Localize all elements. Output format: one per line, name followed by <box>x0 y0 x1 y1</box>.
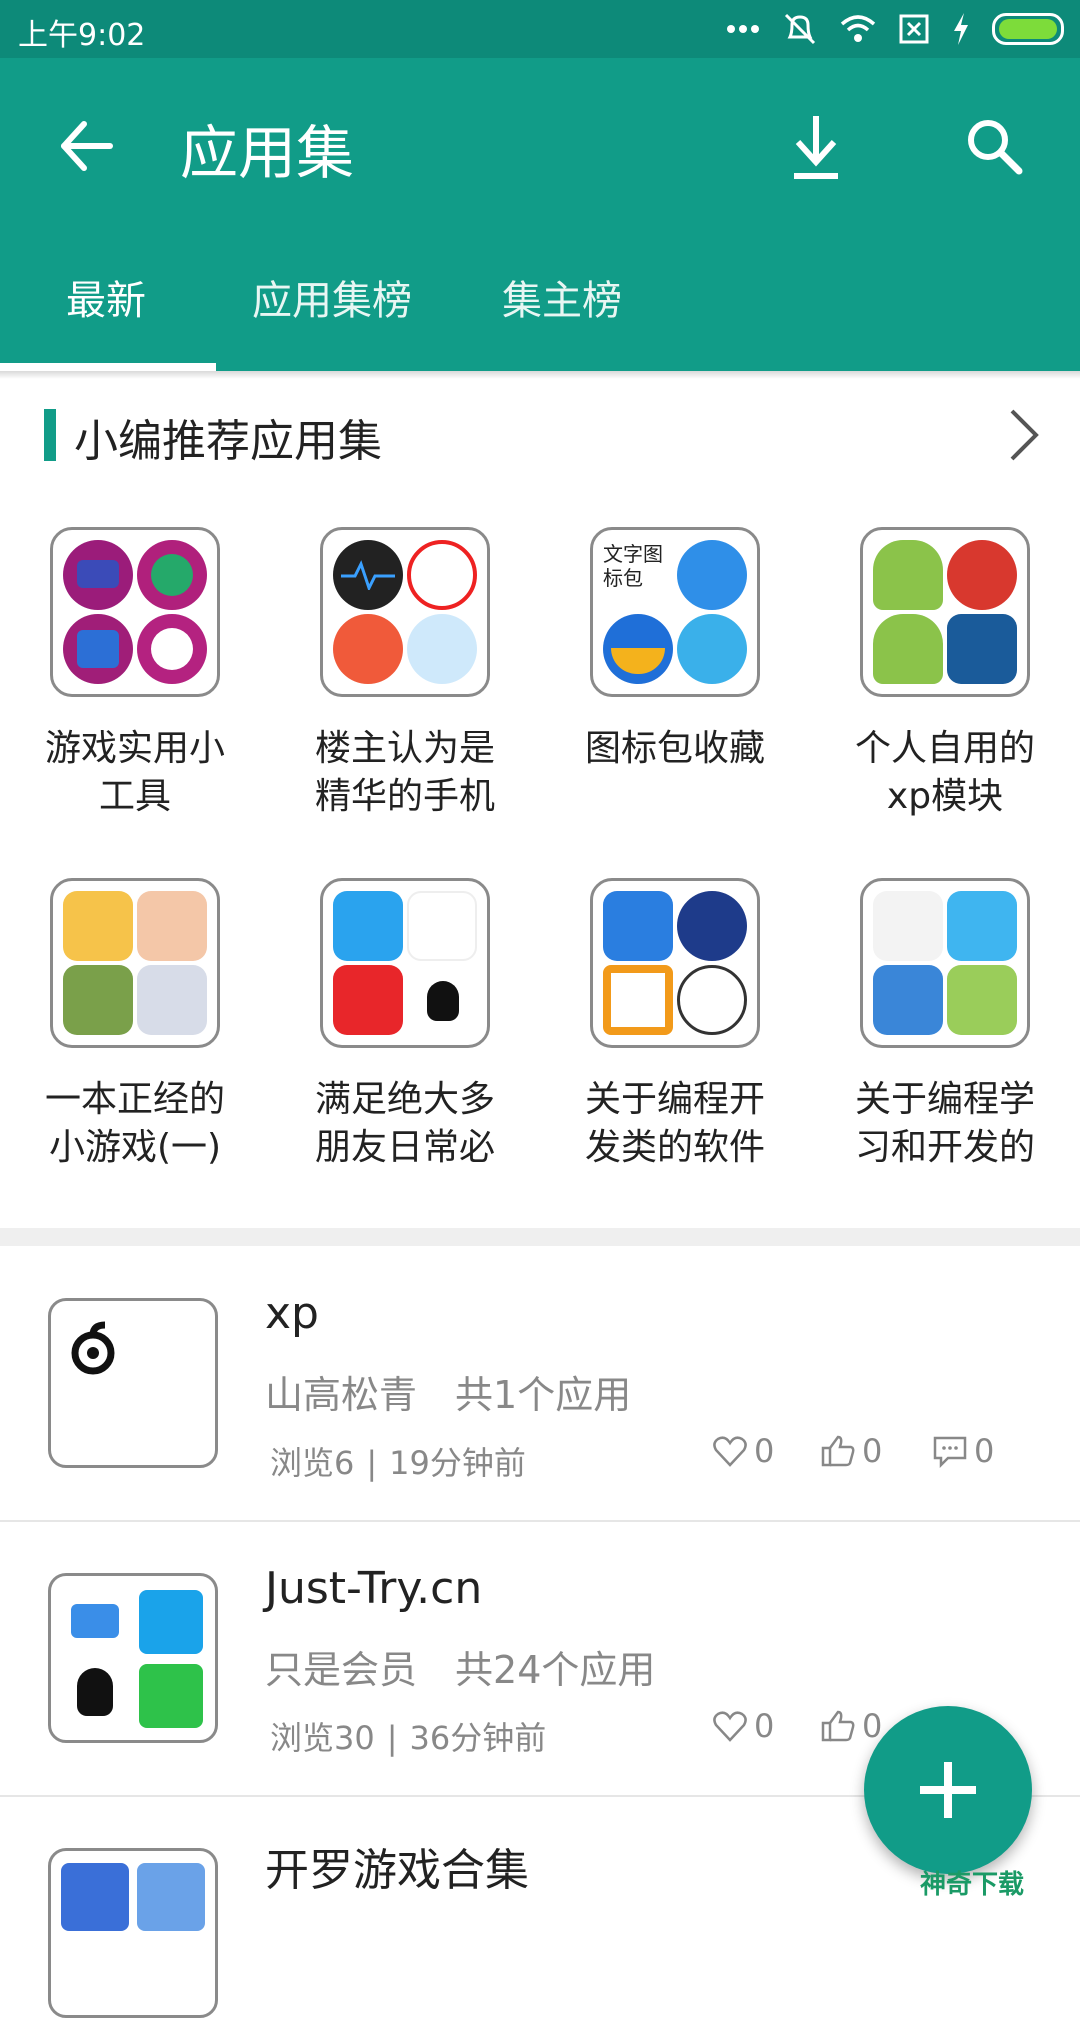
chevron-right-icon[interactable] <box>1004 405 1044 465</box>
collection-count: 共24个应用 <box>455 1648 656 1692</box>
thumbs-up-icon <box>821 1710 855 1742</box>
time-ago: 36分钟前 <box>409 1719 547 1757</box>
collection-label: 个人自用的xp模块 <box>854 728 1035 817</box>
like-count: 0 <box>862 1432 883 1470</box>
download-icon[interactable] <box>786 112 846 182</box>
collection-label: 游戏实用小工具 <box>44 728 225 817</box>
collection-card[interactable]: 楼主认为是精华的手机 <box>290 527 520 821</box>
collection-meta: 浏览30 | 36分钟前 <box>270 1719 547 1757</box>
collection-author[interactable]: 山高松青 <box>265 1373 417 1417</box>
status-icons <box>726 8 1064 50</box>
collection-icon <box>590 878 760 1048</box>
collection-name: xp <box>265 1288 319 1339</box>
collection-icon <box>320 878 490 1048</box>
collection-label: 关于编程学习和开发的 <box>854 1079 1035 1168</box>
search-icon[interactable] <box>964 116 1024 176</box>
collection-label: 关于编程开发类的软件 <box>584 1079 765 1168</box>
collection-count: 共1个应用 <box>455 1373 632 1417</box>
collection-icon <box>50 878 220 1048</box>
tab-indicator <box>0 363 216 371</box>
comment-count: 0 <box>974 1432 995 1470</box>
collection-icon <box>860 878 1030 1048</box>
collection-card[interactable]: 一本正经的小游戏(一) <box>20 878 250 1172</box>
collection-card[interactable]: 关于编程开发类的软件 <box>560 878 790 1172</box>
collection-label: 楼主认为是精华的手机 <box>314 728 495 817</box>
app-bar: 应用集 最新 应用集榜 集主榜 <box>0 58 1080 371</box>
favorite-stat[interactable]: 0 <box>712 1432 774 1470</box>
tab-collection-ranking[interactable]: 应用集榜 <box>252 268 412 326</box>
favorite-count: 0 <box>754 1432 775 1470</box>
collection-icon <box>48 1298 218 1468</box>
comment-stat[interactable]: 0 <box>932 1432 994 1470</box>
collection-meta: 浏览6 | 19分钟前 <box>270 1444 526 1482</box>
like-stat[interactable]: 0 <box>820 1432 882 1470</box>
tab-bar: 最新 应用集榜 集主榜 <box>0 268 1080 371</box>
appbar-shadow <box>0 371 1080 379</box>
charging-icon <box>954 13 968 45</box>
tab-latest[interactable]: 最新 <box>66 268 146 326</box>
status-bar: 上午9:02 <box>0 0 1080 58</box>
time-ago: 19分钟前 <box>389 1444 526 1482</box>
add-collection-button[interactable] <box>864 1706 1032 1874</box>
collection-card[interactable]: 个人自用的xp模块 <box>830 527 1060 821</box>
collection-icon <box>48 1848 218 2018</box>
mute-icon <box>784 13 816 45</box>
comment-icon <box>933 1436 967 1469</box>
page-title: 应用集 <box>180 119 355 187</box>
collection-subtitle: 只是会员 共24个应用 <box>265 1639 655 1694</box>
collection-author[interactable]: 只是会员 <box>265 1648 417 1692</box>
heart-icon <box>713 1711 747 1742</box>
icon-pack-text: 文字图标包 <box>603 542 663 590</box>
back-arrow-icon[interactable] <box>56 116 116 176</box>
list-item[interactable]: xp 山高松青 共1个应用 浏览6 | 19分钟前 0 0 0 <box>0 1246 1080 1520</box>
heart-icon <box>713 1436 747 1467</box>
collection-icon <box>48 1573 218 1743</box>
collection-card[interactable]: 关于编程学习和开发的 <box>830 878 1060 1172</box>
view-count: 浏览6 <box>270 1444 355 1482</box>
favorite-count: 0 <box>754 1707 775 1745</box>
tab-owner-ranking[interactable]: 集主榜 <box>502 268 622 326</box>
collection-card[interactable]: 满足绝大多朋友日常必 <box>290 878 520 1172</box>
collection-icon <box>320 527 490 697</box>
view-count: 浏览30 <box>270 1719 375 1757</box>
thumbs-up-icon <box>821 1435 855 1467</box>
collection-icon <box>860 527 1030 697</box>
section-divider <box>0 1228 1080 1246</box>
battery-icon <box>992 13 1064 45</box>
collection-name: 开罗游戏合集 <box>265 1845 529 1896</box>
collection-card[interactable]: 游戏实用小工具 <box>20 527 250 821</box>
collection-card[interactable]: 文字图标包 图标包收藏 <box>560 527 790 773</box>
collection-label: 满足绝大多朋友日常必 <box>314 1079 495 1168</box>
collection-icon <box>50 527 220 697</box>
favorite-stat[interactable]: 0 <box>712 1707 774 1745</box>
more-dots-icon <box>727 25 759 33</box>
section-accent-bar <box>44 409 56 461</box>
sim-off-icon <box>899 14 929 44</box>
collection-label: 一本正经的小游戏(一) <box>44 1079 225 1168</box>
collection-name: Just-Try.cn <box>265 1563 483 1614</box>
plus-icon <box>920 1762 976 1818</box>
collection-label: 图标包收藏 <box>584 728 765 769</box>
wifi-icon <box>840 15 876 42</box>
recommend-title: 小编推荐应用集 <box>74 416 382 467</box>
status-time: 上午9:02 <box>18 18 146 53</box>
recommend-header[interactable]: 小编推荐应用集 <box>44 405 1044 467</box>
collection-icon: 文字图标包 <box>590 527 760 697</box>
watermark: 神奇下载 <box>920 1870 1025 1900</box>
collection-subtitle: 山高松青 共1个应用 <box>265 1364 631 1419</box>
